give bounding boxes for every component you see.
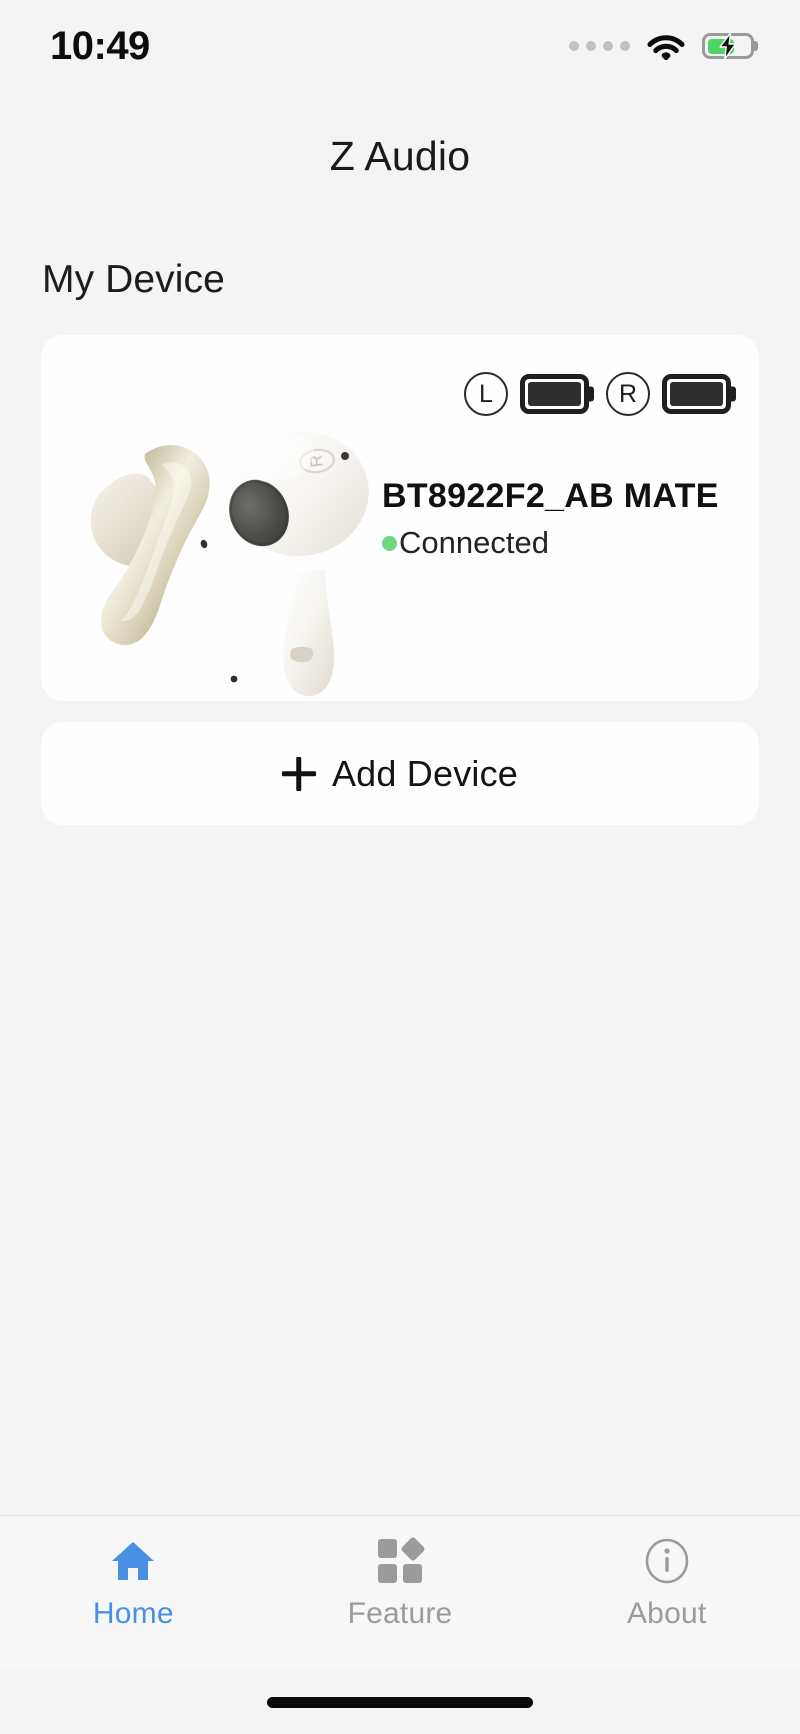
right-side-label: R xyxy=(606,372,650,416)
section-heading-my-device: My Device xyxy=(42,258,225,301)
earbud-battery-indicators: L R xyxy=(464,372,731,416)
status-bar-time: 10:49 xyxy=(50,23,150,68)
info-circle-icon xyxy=(644,1538,690,1584)
device-status-label: Connected xyxy=(399,525,549,560)
wifi-icon xyxy=(647,35,685,60)
earbud-left xyxy=(90,445,238,683)
battery-indicator-left: L xyxy=(464,372,589,416)
charging-bolt-icon xyxy=(719,33,737,59)
bottom-tab-bar: Home Feature About xyxy=(0,1515,800,1670)
device-name: BT8922F2_AB MATE xyxy=(382,477,719,515)
tab-home[interactable]: Home xyxy=(0,1538,267,1631)
status-bar-indicators xyxy=(569,32,754,60)
battery-indicator-right: R xyxy=(606,372,731,416)
tab-about-label: About xyxy=(626,1597,707,1630)
battery-charging-icon xyxy=(702,33,754,59)
home-indicator-area xyxy=(0,1670,800,1734)
grid-icon xyxy=(378,1536,426,1584)
device-card[interactable]: R L R BT8922F2_AB MATE Connected xyxy=(41,335,759,701)
device-info: BT8922F2_AB MATE Connected xyxy=(382,477,739,561)
tab-home-label: Home xyxy=(92,1597,174,1630)
right-battery-icon xyxy=(662,374,731,414)
add-device-button[interactable]: Add Device xyxy=(41,722,759,825)
tab-feature-label: Feature xyxy=(347,1597,453,1630)
home-icon xyxy=(110,1538,156,1584)
plus-icon xyxy=(282,757,316,791)
status-bar: 10:49 xyxy=(0,0,800,92)
app-screen: 10:49 Z Audio My Device R L R BT8922F2_A… xyxy=(0,0,800,1734)
page-title: Z Audio xyxy=(329,133,471,179)
tab-feature[interactable]: Feature xyxy=(267,1536,534,1631)
earbuds-image: R xyxy=(90,431,369,697)
left-side-label: L xyxy=(464,372,508,416)
status-dot-icon xyxy=(382,535,397,551)
earbud-right: R xyxy=(229,431,369,697)
tab-about[interactable]: About xyxy=(533,1538,800,1631)
left-battery-icon xyxy=(520,374,589,414)
home-indicator[interactable] xyxy=(267,1696,533,1708)
status-badge: Connected xyxy=(382,525,739,561)
cellular-signal-icon xyxy=(569,41,630,51)
add-device-label: Add Device xyxy=(331,752,519,794)
